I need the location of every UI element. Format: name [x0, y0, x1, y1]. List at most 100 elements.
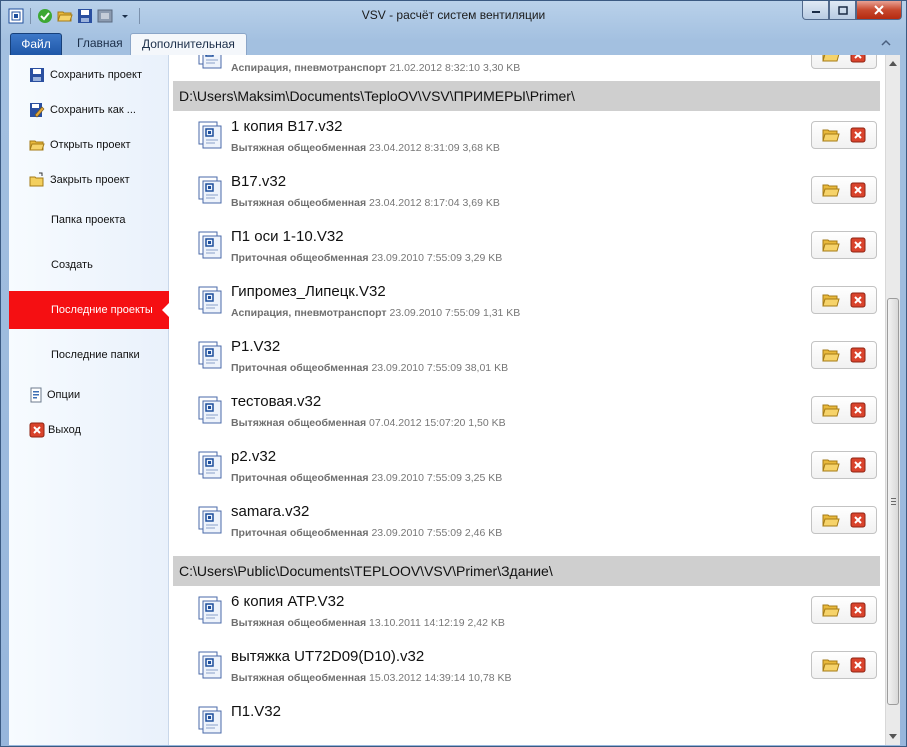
item-name[interactable]: B17.v32 — [231, 173, 286, 190]
save-as-icon — [28, 101, 46, 119]
list-item[interactable]: вытяжка UT72D09(D10).v32 Вытяжная общеобм… — [170, 641, 884, 696]
list-item[interactable]: 6 копия ATP.V32 Вытяжная общеобменная 13.… — [170, 586, 884, 641]
v32-file-icon — [195, 120, 225, 150]
backstage-nav: Сохранить проект Сохранить как ... Откры… — [9, 55, 170, 745]
item-meta: Приточная общеобменная 23.09.2010 7:55:0… — [231, 252, 502, 264]
tab-home[interactable]: Главная — [66, 33, 134, 55]
open-folder-icon[interactable] — [821, 601, 841, 619]
remove-icon[interactable] — [848, 126, 868, 144]
open-folder-icon[interactable] — [821, 656, 841, 674]
nav-open-project[interactable]: Открыть проект — [9, 128, 169, 162]
open-folder-icon — [28, 136, 46, 154]
item-meta: Вытяжная общеобменная 13.10.2011 14:12:1… — [231, 617, 505, 629]
item-type: Приточная общеобменная — [231, 527, 369, 539]
item-name[interactable]: P1.V32 — [231, 338, 280, 355]
open-folder-icon[interactable] — [821, 181, 841, 199]
remove-icon[interactable] — [848, 181, 868, 199]
item-actions — [811, 286, 877, 314]
close-window-button[interactable] — [856, 1, 902, 20]
remove-icon[interactable] — [848, 656, 868, 674]
item-type: Вытяжная общеобменная — [231, 197, 367, 209]
remove-icon[interactable] — [848, 346, 868, 364]
item-actions — [811, 396, 877, 424]
remove-icon[interactable] — [848, 456, 868, 474]
item-size: 3,69 KB — [462, 197, 500, 209]
open-folder-icon[interactable] — [821, 511, 841, 529]
v32-file-icon — [195, 230, 225, 260]
item-date: 23.04.2012 8:17:04 — [369, 197, 460, 209]
item-name[interactable]: Гипромез_Липецк.V32 — [231, 283, 386, 300]
item-name[interactable]: samara.v32 — [231, 503, 309, 520]
v32-file-icon — [195, 595, 225, 625]
item-name[interactable]: вытяжка UT72D09(D10).v32 — [231, 648, 424, 665]
save-icon — [28, 66, 46, 84]
v32-file-icon — [195, 395, 225, 425]
item-date: 23.09.2010 7:55:09 — [371, 252, 462, 264]
nav-recent-projects[interactable]: Последние проекты — [9, 291, 170, 329]
remove-icon[interactable] — [848, 291, 868, 309]
v32-file-icon — [195, 705, 225, 735]
nav-label: Сохранить как ... — [50, 104, 136, 116]
scrollbar-grip — [891, 501, 896, 502]
list-item[interactable]: тестовая.v32 Вытяжная общеобменная 07.04.… — [170, 386, 884, 441]
scrollbar-grip — [891, 504, 896, 505]
item-size: 1,50 KB — [468, 417, 506, 429]
scroll-down-arrow-icon[interactable] — [886, 729, 900, 745]
vertical-scrollbar[interactable] — [885, 55, 900, 745]
maximize-button[interactable] — [829, 1, 856, 20]
scroll-up-arrow-icon[interactable] — [886, 55, 900, 71]
scrollbar-thumb[interactable] — [887, 298, 899, 705]
nav-save-as[interactable]: Сохранить как ... — [9, 93, 169, 127]
open-folder-icon[interactable] — [821, 236, 841, 254]
nav-save-project[interactable]: Сохранить проект — [9, 58, 169, 92]
tab-additional[interactable]: Дополнительная — [130, 33, 247, 55]
ribbon-tab-bar: Файл Главная Дополнительная — [2, 31, 905, 55]
nav-create[interactable]: Создать — [9, 248, 169, 282]
list-item[interactable]: П1 оси 1-10.V32 Приточная общеобменная 23… — [170, 221, 884, 276]
collapse-ribbon-icon[interactable] — [879, 36, 893, 50]
list-item[interactable]: B17.v32 Вытяжная общеобменная 23.04.2012 … — [170, 166, 884, 221]
item-type: Вытяжная общеобменная — [231, 417, 367, 429]
open-folder-icon[interactable] — [821, 55, 841, 64]
item-date: 23.09.2010 7:55:09 — [371, 362, 462, 374]
item-meta: Вытяжная общеобменная 23.04.2012 8:17:04… — [231, 197, 500, 209]
nav-options[interactable]: Опции — [9, 378, 169, 412]
nav-project-folder[interactable]: Папка проекта — [9, 203, 169, 237]
item-name[interactable]: П1.V32 — [231, 703, 281, 720]
list-item[interactable]: П1.V32 — [170, 696, 884, 745]
open-folder-icon[interactable] — [821, 346, 841, 364]
nav-label: Сохранить проект — [50, 69, 143, 81]
item-meta: Аспирация, пневмотранспорт 21.02.2012 8:… — [231, 62, 521, 74]
open-folder-icon[interactable] — [821, 126, 841, 144]
open-folder-icon[interactable] — [821, 456, 841, 474]
remove-icon[interactable] — [848, 511, 868, 529]
nav-recent-folders[interactable]: Последние папки — [9, 338, 169, 372]
item-name[interactable]: тестовая.v32 — [231, 393, 321, 410]
open-folder-icon[interactable] — [821, 401, 841, 419]
nav-exit[interactable]: Выход — [9, 413, 169, 447]
tab-file[interactable]: Файл — [10, 33, 62, 55]
item-type: Аспирация, пневмотранспорт — [231, 307, 387, 319]
list-item[interactable]: P1.V32 Приточная общеобменная 23.09.2010 … — [170, 331, 884, 386]
remove-icon[interactable] — [848, 601, 868, 619]
item-name[interactable]: 1 копия B17.v32 — [231, 118, 342, 135]
item-name[interactable]: p2.v32 — [231, 448, 276, 465]
item-name[interactable]: 6 копия ATP.V32 — [231, 593, 344, 610]
nav-label: Выход — [48, 424, 81, 436]
item-meta: Аспирация, пневмотранспорт 23.09.2010 7:… — [231, 307, 520, 319]
list-item[interactable]: samara.v32 Приточная общеобменная 23.09.2… — [170, 496, 884, 551]
item-name[interactable]: П1 оси 1-10.V32 — [231, 228, 344, 245]
remove-icon[interactable] — [848, 236, 868, 254]
nav-label: Закрыть проект — [50, 174, 130, 186]
nav-close-project[interactable]: Закрыть проект — [9, 163, 169, 197]
remove-icon[interactable] — [848, 401, 868, 419]
item-date: 15.03.2012 14:39:14 — [369, 672, 466, 684]
list-item[interactable]: Гипромез_Липецк.V32 Аспирация, пневмотран… — [170, 276, 884, 331]
item-actions — [811, 231, 877, 259]
list-item[interactable]: p2.v32 Приточная общеобменная 23.09.2010 … — [170, 441, 884, 496]
minimize-button[interactable] — [802, 1, 829, 20]
list-item[interactable]: 1 копия B17.v32 Вытяжная общеобменная 23.… — [170, 111, 884, 166]
options-icon — [27, 386, 45, 404]
open-folder-icon[interactable] — [821, 291, 841, 309]
remove-icon[interactable] — [848, 55, 868, 64]
